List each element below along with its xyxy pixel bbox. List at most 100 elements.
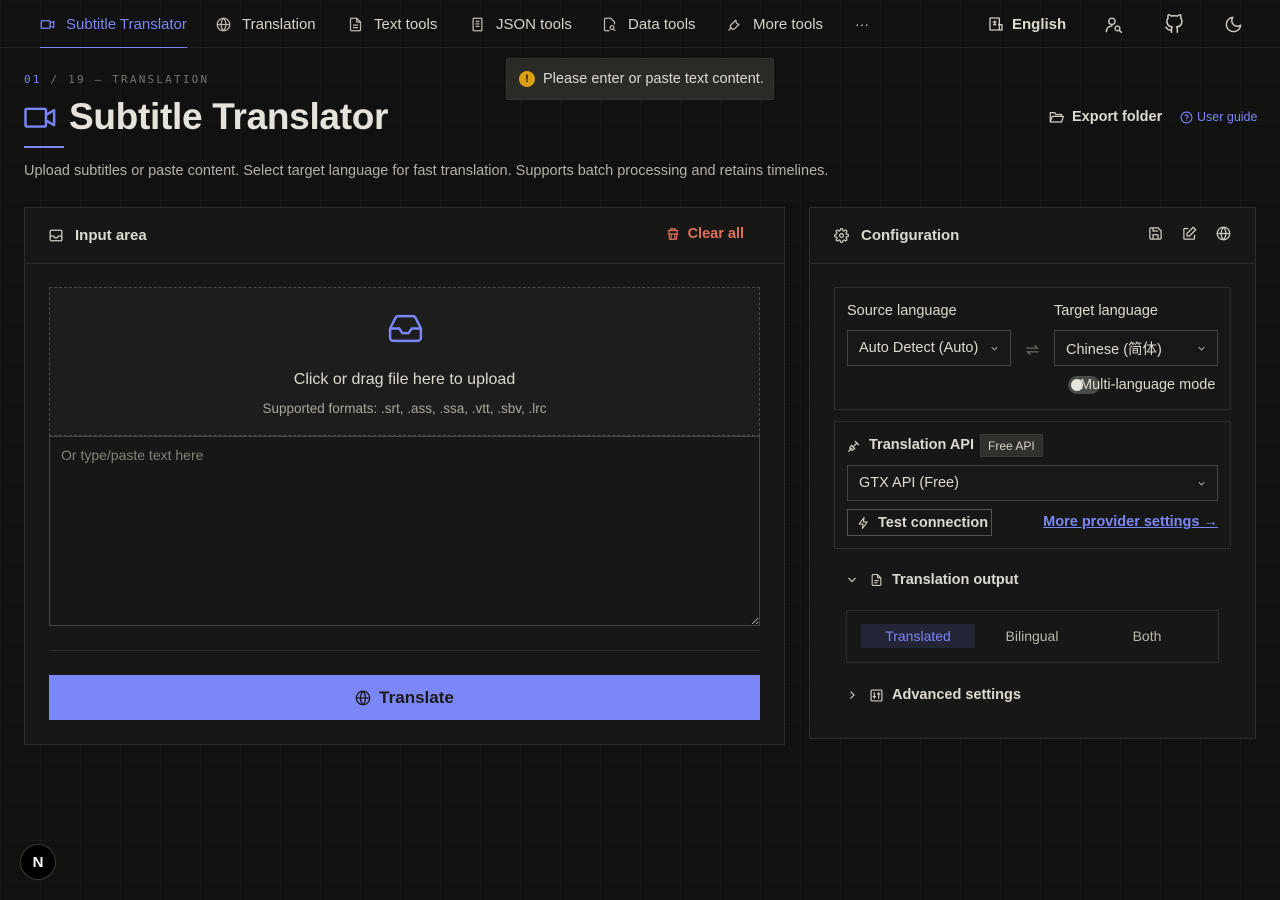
nav-label: Translation: [242, 15, 316, 33]
video-icon: [40, 17, 55, 32]
warning-icon: !: [519, 71, 535, 87]
sliders-icon: [870, 688, 883, 702]
translation-output-toggle[interactable]: Translation output: [846, 572, 1018, 588]
globe-icon[interactable]: [1216, 226, 1231, 241]
translation-api-title: Translation API: [869, 437, 975, 453]
top-navigation: Subtitle Translator Translation Text too…: [0, 0, 1280, 48]
breadcrumb-number: 01: [24, 73, 42, 86]
configuration-panel-header: Configuration: [810, 208, 1255, 264]
advanced-settings-toggle[interactable]: Advanced settings: [846, 687, 1021, 703]
lightning-icon: [857, 516, 870, 530]
nav-json-tools[interactable]: JSON tools: [470, 0, 572, 48]
trash-icon: [666, 227, 680, 241]
nav-subtitle-translator[interactable]: Subtitle Translator: [40, 0, 187, 48]
chevron-right-icon: [846, 689, 858, 701]
input-panel-header: Input area Clear all: [25, 208, 784, 264]
moon-icon: [1224, 15, 1243, 34]
nav-more-tools[interactable]: More tools: [727, 0, 823, 48]
plug-icon: [847, 439, 861, 453]
user-search-icon: [1104, 15, 1123, 34]
github-button[interactable]: [1164, 0, 1184, 48]
breadcrumb: 01 / 19 — TRANSLATION: [24, 73, 209, 86]
source-language-value: Auto Detect (Auto): [859, 340, 979, 356]
file-text-icon: [348, 17, 363, 32]
nav-label: Text tools: [374, 15, 438, 33]
clear-all-button[interactable]: Clear all: [666, 226, 744, 242]
clear-all-label: Clear all: [687, 226, 744, 242]
config-actions: [1148, 226, 1231, 241]
nav-label: JSON tools: [496, 15, 572, 33]
configuration-panel: Configuration Source language Target lan…: [809, 207, 1256, 739]
github-icon: [1164, 14, 1184, 34]
configuration-panel-title: Configuration: [861, 227, 960, 244]
breadcrumb-text: / 19 — TRANSLATION: [41, 73, 210, 86]
test-connection-label: Test connection: [878, 514, 989, 531]
swap-languages-icon[interactable]: [1025, 343, 1040, 357]
user-guide-label: User guide: [1197, 110, 1258, 124]
output-option-both[interactable]: Both: [1090, 624, 1204, 648]
save-icon[interactable]: [1148, 226, 1163, 241]
export-folder-button[interactable]: Export folder: [1049, 106, 1162, 128]
translation-output-title: Translation output: [892, 572, 1019, 588]
text-input-area[interactable]: [49, 436, 760, 626]
language-label: English: [1012, 15, 1067, 33]
edit-icon[interactable]: [1182, 226, 1197, 241]
export-folder-label: Export folder: [1072, 109, 1163, 125]
source-language-select[interactable]: Auto Detect (Auto): [847, 330, 1011, 366]
divider: [49, 650, 760, 651]
output-option-bilingual[interactable]: Bilingual: [975, 624, 1089, 648]
gear-icon: [834, 228, 849, 243]
file-search-icon: [602, 17, 617, 32]
profile-button[interactable]: [1104, 0, 1123, 48]
api-provider-select[interactable]: GTX API (Free): [847, 465, 1218, 501]
chevron-down-icon: [1196, 478, 1207, 489]
upload-formats: Supported formats: .srt, .ass, .ssa, .vt…: [262, 401, 547, 416]
nav-overflow-label: ···: [855, 16, 869, 32]
nav-translation[interactable]: Translation: [216, 0, 316, 48]
translation-api-settings: Translation API Free API GTX API (Free) …: [834, 421, 1231, 549]
output-option-translated[interactable]: Translated: [861, 624, 975, 648]
chevron-down-icon: [846, 574, 858, 586]
page-title: Subtitle Translator: [69, 96, 389, 137]
api-provider-value: GTX API (Free): [859, 475, 959, 491]
folder-open-icon: [1049, 110, 1064, 124]
page-description: Upload subtitles or paste content. Selec…: [24, 163, 829, 179]
output-mode-segmented: Translated Bilingual Both: [846, 610, 1219, 663]
video-icon: [24, 102, 57, 132]
target-language-value: Chinese (简体): [1066, 341, 1162, 358]
test-connection-button[interactable]: Test connection: [847, 509, 992, 536]
globe-icon: [355, 690, 371, 706]
translate-label: Translate: [379, 687, 454, 707]
target-language-select[interactable]: Chinese (简体): [1054, 330, 1218, 366]
translate-button[interactable]: Translate: [49, 675, 760, 720]
translate-icon: [988, 16, 1004, 32]
input-panel-title: Input area: [75, 227, 147, 244]
globe-icon: [216, 17, 231, 32]
theme-toggle-button[interactable]: [1224, 0, 1243, 48]
toast-message: Please enter or paste text content.: [543, 71, 764, 87]
inbox-icon: [49, 229, 63, 242]
nav-overflow-button[interactable]: ···: [855, 0, 869, 48]
input-panel: Input area Clear all Click or drag file …: [24, 207, 785, 745]
language-switcher[interactable]: English: [988, 0, 1066, 48]
user-guide-link[interactable]: User guide: [1180, 108, 1257, 126]
nextjs-dev-badge[interactable]: N: [20, 844, 56, 880]
source-language-label: Source language: [847, 303, 957, 319]
help-circle-icon: [1180, 111, 1193, 124]
chevron-down-icon: [1196, 343, 1207, 354]
nav-text-tools[interactable]: Text tools: [348, 0, 437, 48]
nav-label: More tools: [753, 15, 824, 33]
free-api-badge: Free API: [980, 434, 1043, 457]
language-settings: Source language Target language Auto Det…: [834, 287, 1231, 410]
nav-label: Data tools: [628, 15, 696, 33]
target-language-label: Target language: [1054, 303, 1158, 319]
more-provider-settings-link[interactable]: More provider settings →: [1043, 514, 1218, 530]
nav-label: Subtitle Translator: [66, 15, 187, 33]
upload-instruction: Click or drag file here to upload: [293, 371, 516, 388]
file-icon: [870, 573, 883, 587]
file-upload-dropzone[interactable]: Click or drag file here to upload Suppor…: [49, 287, 760, 436]
nextjs-logo-icon: N: [32, 853, 44, 871]
title-underline: [24, 146, 64, 148]
advanced-settings-title: Advanced settings: [892, 687, 1021, 703]
nav-data-tools[interactable]: Data tools: [602, 0, 696, 48]
